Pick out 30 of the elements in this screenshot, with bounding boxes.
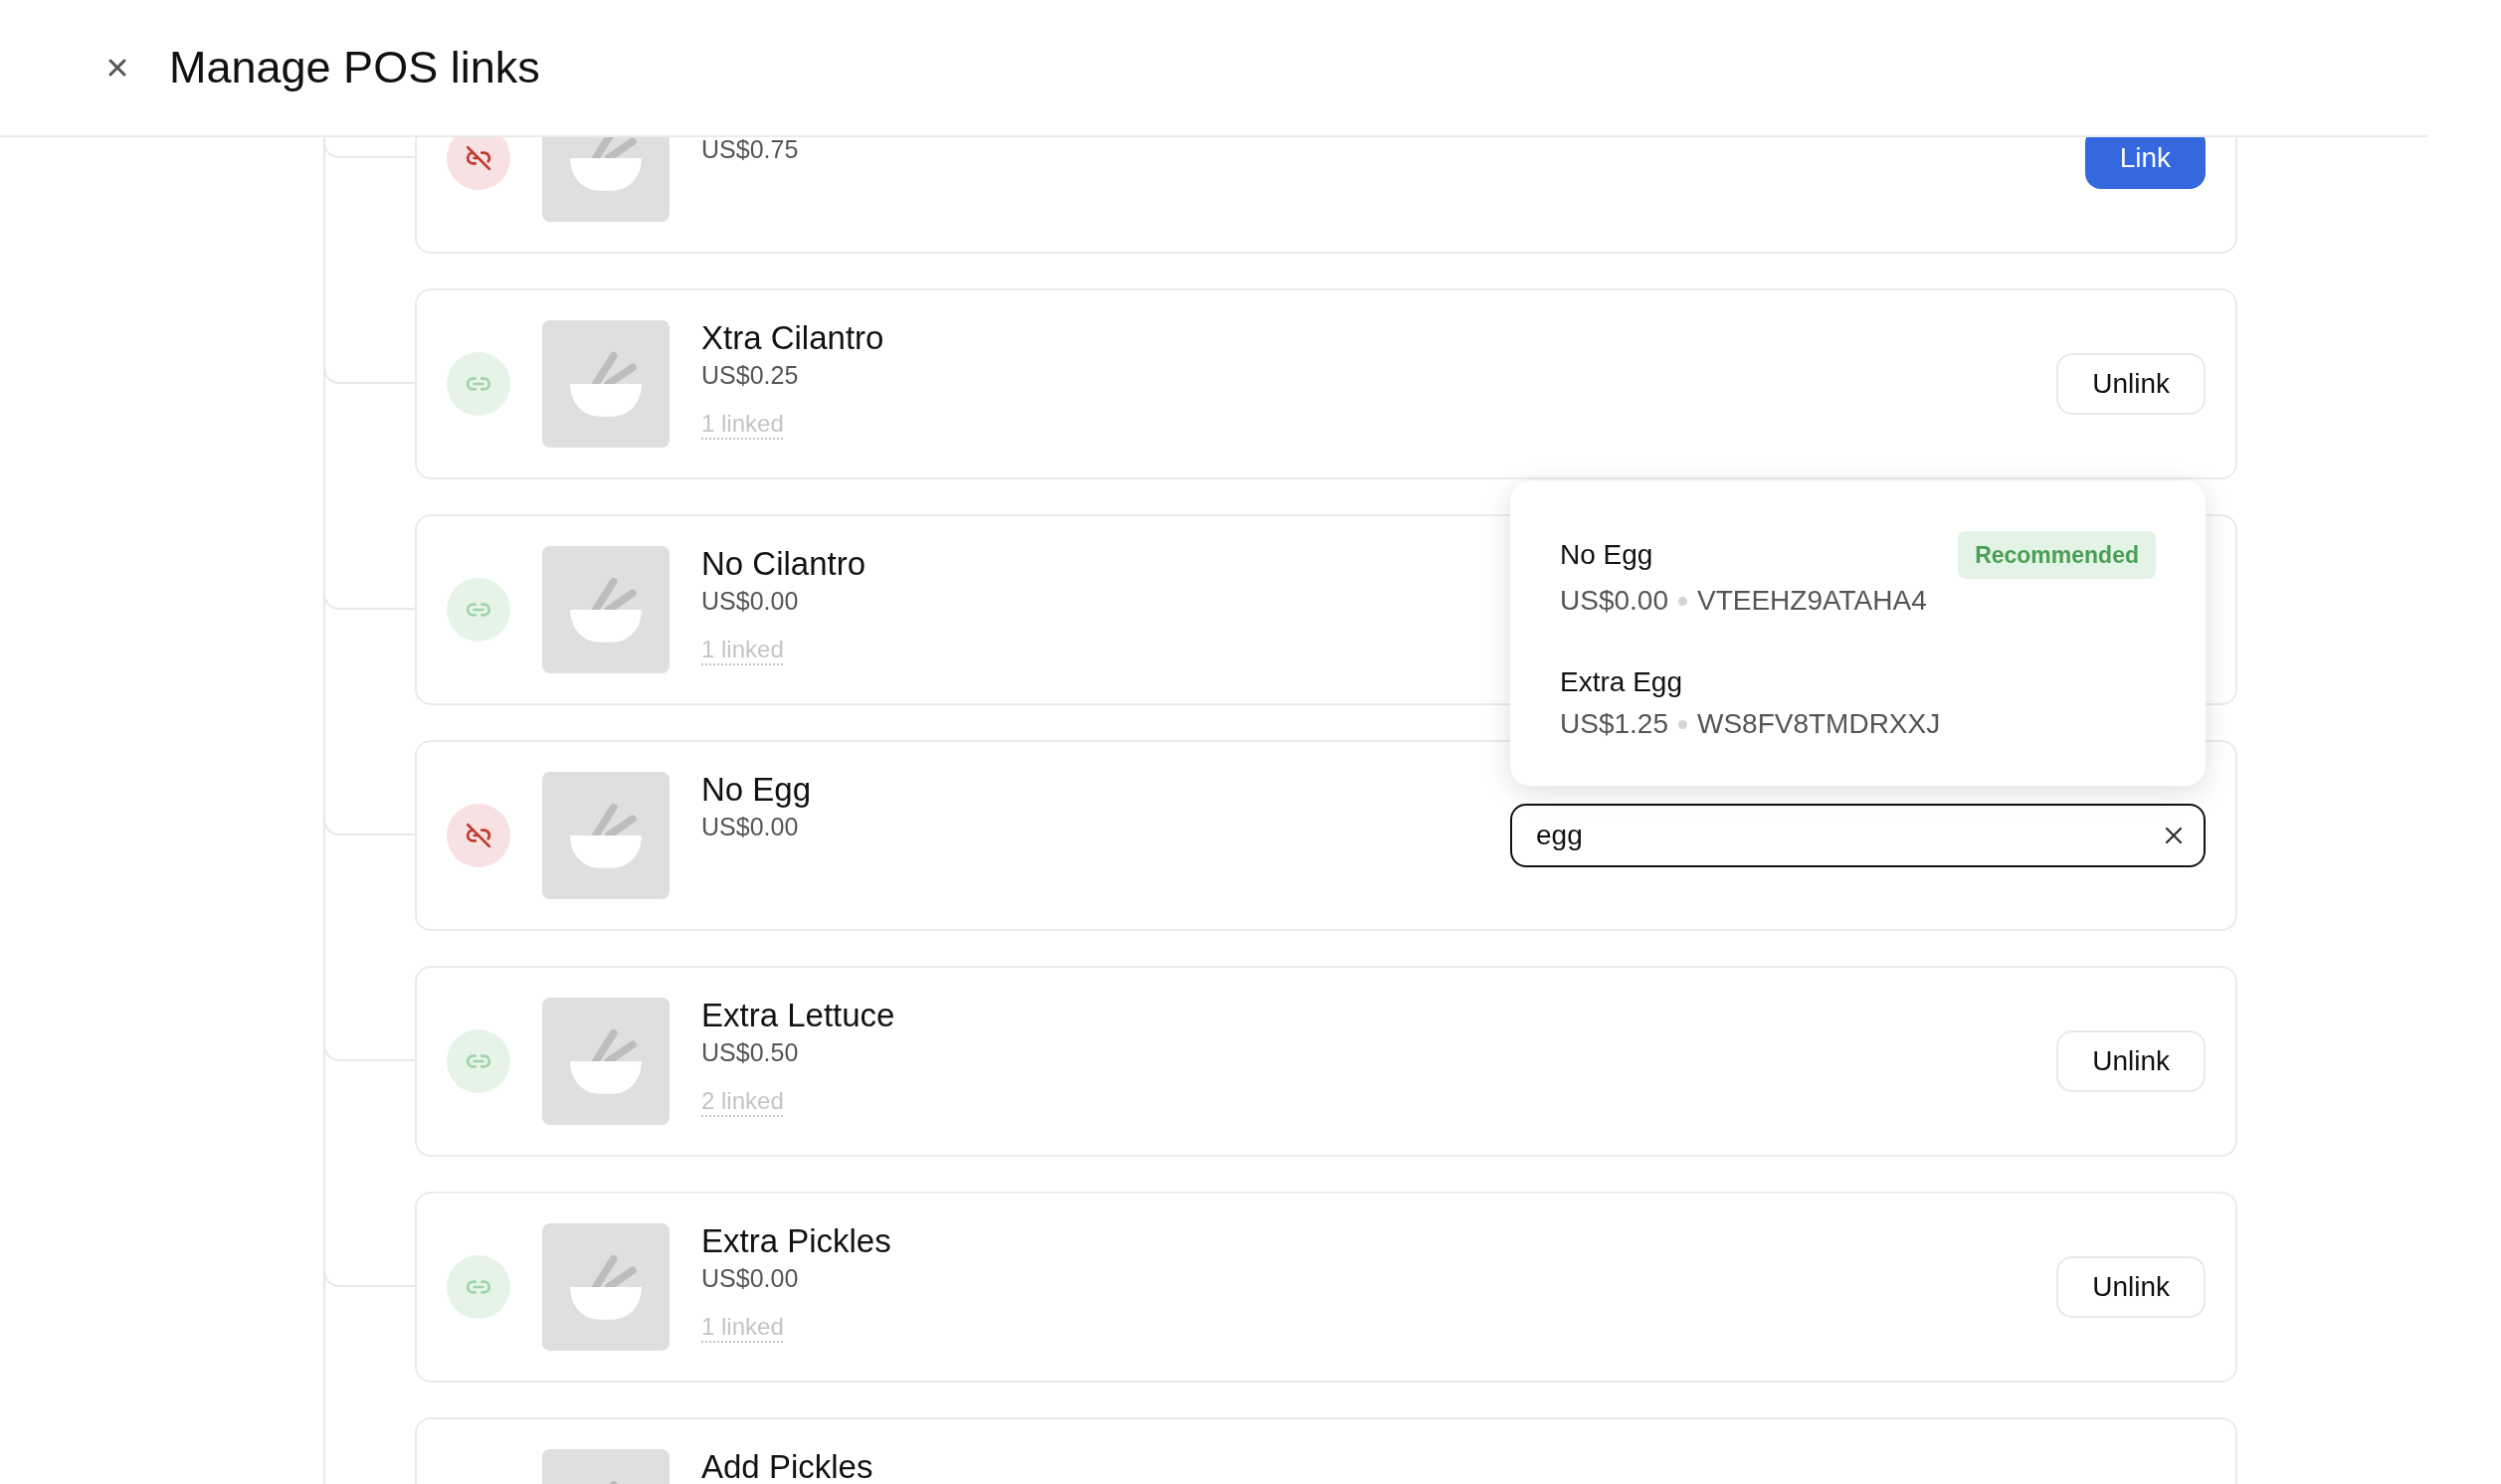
unlink-button[interactable]: Unlink [2056,353,2206,415]
option-code: VTEEHZ9ATAHA4 [1696,584,1927,618]
item-name: No Egg [701,774,812,806]
item-name: Extra Pickles [701,1225,891,1257]
option-name[interactable]: No Egg [1560,535,1653,575]
item-price: US$0.00 [701,589,799,613]
bowl-placeholder-icon [542,320,670,448]
option-code: WS8FV8TMDRXXJ [1696,707,1941,741]
item-name: Xtra Cilantro [701,322,884,354]
item-name: Extra Lettuce [701,1000,895,1031]
item-name: Add Pickles [701,1451,873,1483]
bowl-placeholder-icon [542,772,670,899]
search-field[interactable]: egg [1510,804,2206,867]
recommended-badge: Recommended [1958,531,2156,579]
option-price: US$0.00 [1560,584,1668,618]
item-price: US$0.00 [701,1266,799,1290]
item-price: US$0.50 [701,1040,799,1064]
item-price: US$0.25 [701,363,799,387]
item-price: US$0.75 [701,137,799,161]
bowl-placeholder-icon [542,546,670,673]
option-price: US$1.25 [1560,707,1668,741]
item-name: No Cilantro [701,548,866,580]
bowl-placeholder-icon [542,1223,670,1351]
bowl-placeholder-icon [542,998,670,1125]
page-title: Manage POS links [169,41,540,94]
item-price: US$0.00 [701,815,799,838]
unlink-button[interactable]: Unlink [2056,1030,2206,1092]
unlink-button[interactable]: Unlink [2056,1256,2206,1318]
link-button[interactable]: Link [2084,137,2206,189]
option-name[interactable]: Extra Egg [1560,662,1682,702]
